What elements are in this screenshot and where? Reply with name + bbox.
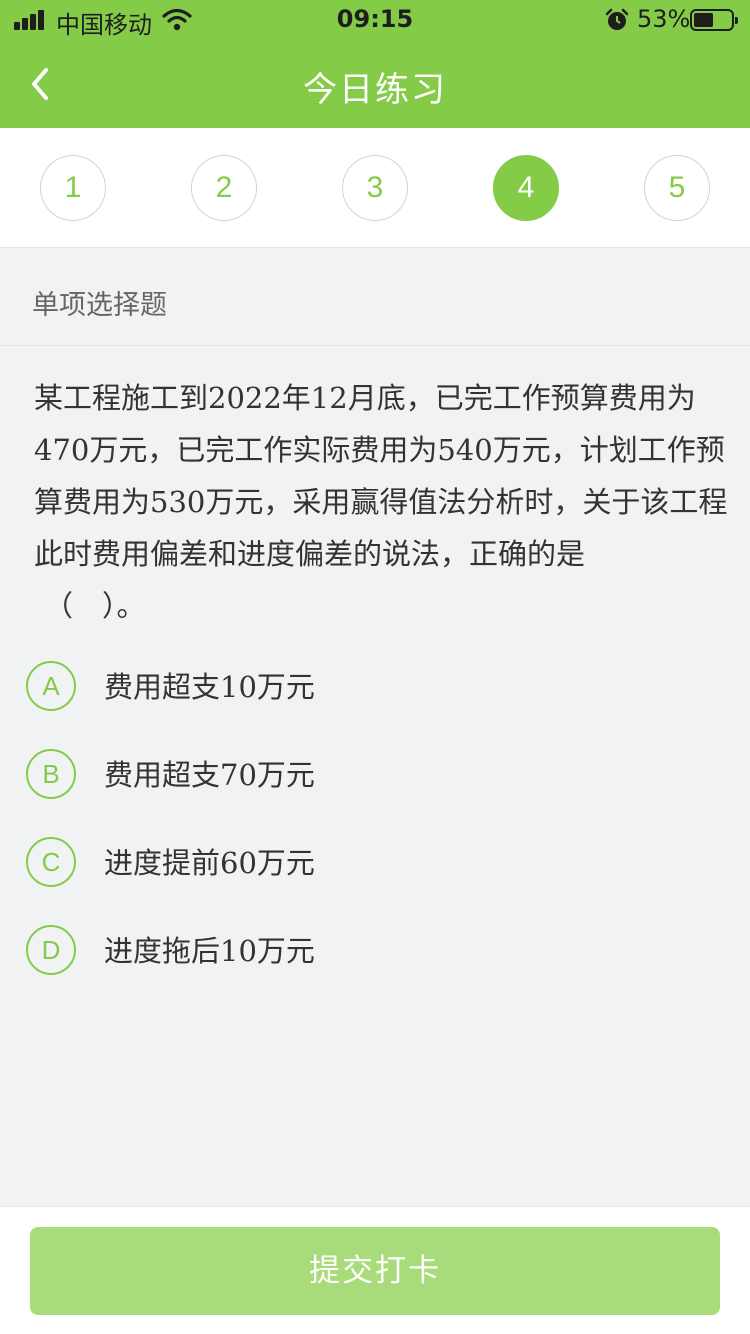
option-b[interactable]: B 费用超支70万元 — [26, 744, 706, 804]
question-stepper: 1 2 3 4 5 — [0, 128, 750, 248]
question-type-label: 单项选择题 — [32, 290, 167, 321]
option-letter-a: A — [26, 661, 76, 711]
question-type-header: 单项选择题 — [0, 249, 750, 346]
page-title: 今日练习 — [303, 70, 447, 110]
option-text-d: 进度拖后10万元 — [104, 934, 315, 968]
option-text-c: 进度提前60万元 — [104, 846, 315, 880]
step-3[interactable]: 3 — [342, 155, 408, 221]
step-5[interactable]: 5 — [644, 155, 710, 221]
battery-percent: 53% — [637, 5, 691, 33]
step-1[interactable]: 1 — [40, 155, 106, 221]
option-c[interactable]: C 进度提前60万元 — [26, 832, 706, 892]
battery-fill — [694, 13, 713, 27]
question-stem: 某工程施工到2022年12月底，已完工作预算费用为470万元，已完工作实际费用为… — [34, 372, 730, 632]
nav-bar: 今日练习 — [0, 40, 750, 128]
step-4[interactable]: 4 — [493, 155, 559, 221]
bottom-bar: 提交打卡 — [0, 1206, 750, 1334]
question-text: 某工程施工到2022年12月底，已完工作预算费用为470万元，已完工作实际费用为… — [34, 381, 728, 571]
option-a[interactable]: A 费用超支10万元 — [26, 656, 706, 716]
option-text-b: 费用超支70万元 — [104, 758, 315, 792]
status-bar: 中国移动 09:15 53% — [0, 0, 750, 40]
submit-checkin-button[interactable]: 提交打卡 — [30, 1227, 720, 1315]
battery-icon — [690, 9, 738, 31]
option-letter-d: D — [26, 925, 76, 975]
option-text-a: 费用超支10万元 — [104, 670, 315, 704]
option-letter-b: B — [26, 749, 76, 799]
option-letter-c: C — [26, 837, 76, 887]
answer-blank: （ ）。 — [44, 589, 146, 623]
option-d[interactable]: D 进度拖后10万元 — [26, 920, 706, 980]
step-2[interactable]: 2 — [191, 155, 257, 221]
alarm-icon — [604, 8, 630, 38]
